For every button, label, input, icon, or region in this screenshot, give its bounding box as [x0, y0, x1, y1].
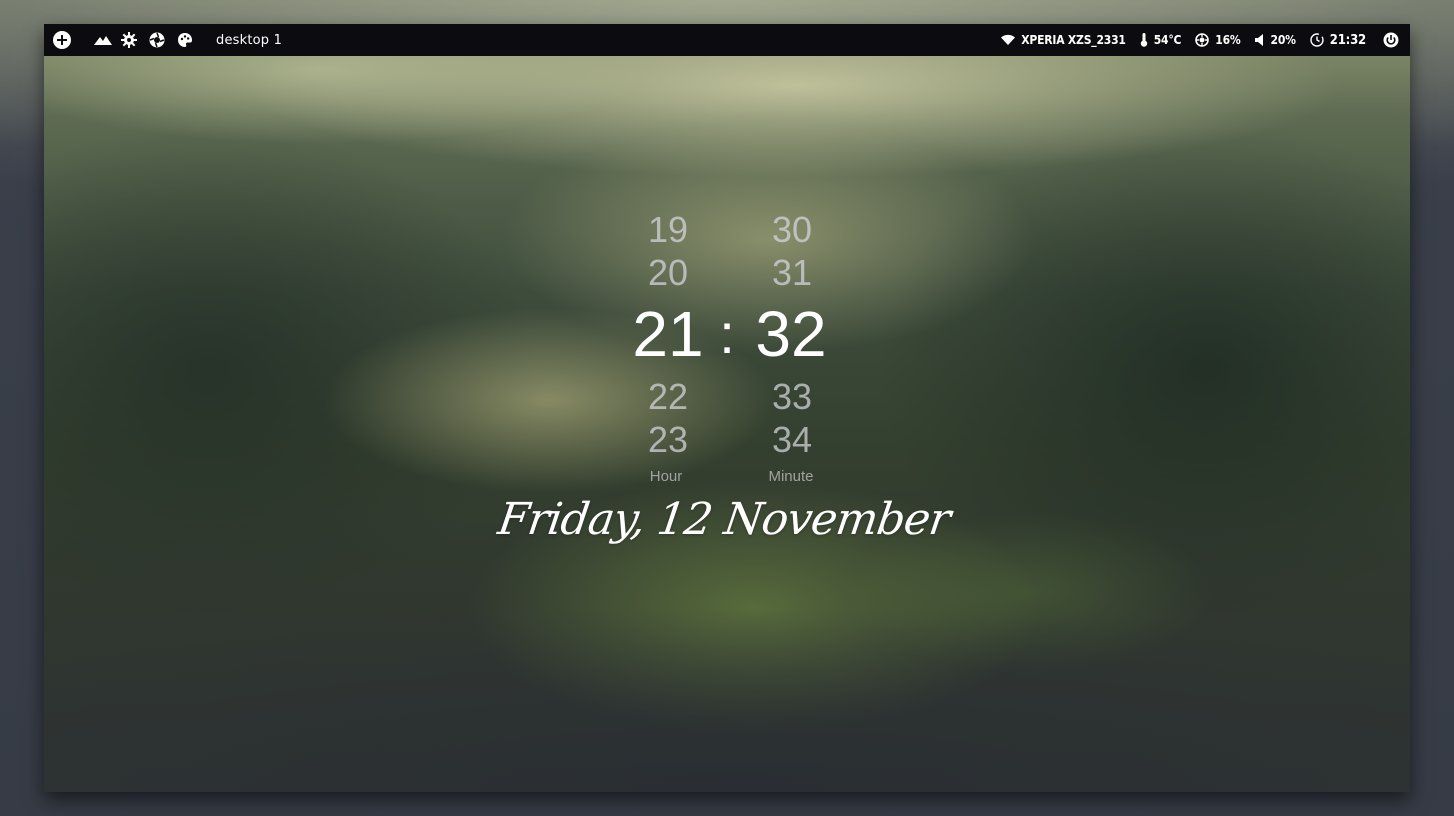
wifi-status[interactable]: XPERIA XZS_2331: [1001, 33, 1126, 47]
volume-status[interactable]: 20%: [1254, 33, 1296, 47]
hour-label: Hour: [649, 468, 683, 485]
panel-right: XPERIA XZS_2331 54°C 16% 20% 21:32: [987, 24, 1410, 56]
top-panel: desktop 1 XPERIA XZS_2331 54°C 16% 20% 2…: [44, 24, 1410, 56]
temperature-label: 54°C: [1153, 33, 1182, 47]
palette-icon[interactable]: [176, 31, 194, 49]
time-status[interactable]: 21:32: [1310, 33, 1366, 48]
add-icon[interactable]: [52, 30, 72, 50]
panel-left: desktop 1: [44, 24, 282, 56]
minute-next-1: 33: [771, 376, 813, 417]
settings-gear-icon[interactable]: [120, 31, 138, 49]
date-label: Friday, 12 November: [494, 494, 954, 545]
current-hour: 21: [632, 298, 704, 370]
volume-label: 20%: [1270, 33, 1296, 47]
hour-next-1: 22: [647, 376, 689, 417]
cpu-icon: [1195, 33, 1210, 47]
aperture-icon[interactable]: [148, 31, 166, 49]
clock-widget: 19 20 21 : 22 23 Hour 30 31 32 33 34 Min…: [44, 24, 1410, 792]
power-icon[interactable]: [1382, 31, 1400, 49]
mountain-icon[interactable]: [94, 31, 112, 49]
thermometer-icon: [1140, 33, 1148, 47]
minute-prev-2: 30: [771, 209, 813, 250]
time-separator: :: [719, 302, 735, 365]
clock-icon: [1310, 33, 1324, 47]
speaker-icon: [1254, 33, 1265, 47]
cpu-status[interactable]: 16%: [1195, 33, 1241, 47]
wifi-icon: [1001, 33, 1016, 47]
cpu-label: 16%: [1215, 33, 1241, 47]
hour-next-2: 23: [647, 419, 689, 460]
workspace-label[interactable]: desktop 1: [216, 33, 282, 48]
hour-prev-1: 20: [647, 252, 689, 293]
current-minute: 32: [755, 298, 827, 370]
wifi-label: XPERIA XZS_2331: [1021, 33, 1126, 47]
temperature-status[interactable]: 54°C: [1140, 33, 1182, 47]
screen: desktop 1 XPERIA XZS_2331 54°C 16% 20% 2…: [44, 24, 1410, 792]
minute-prev-1: 31: [771, 252, 813, 293]
minute-label: Minute: [768, 468, 814, 485]
minute-next-2: 34: [771, 419, 813, 460]
hour-prev-2: 19: [647, 209, 689, 250]
time-label: 21:32: [1329, 32, 1366, 48]
